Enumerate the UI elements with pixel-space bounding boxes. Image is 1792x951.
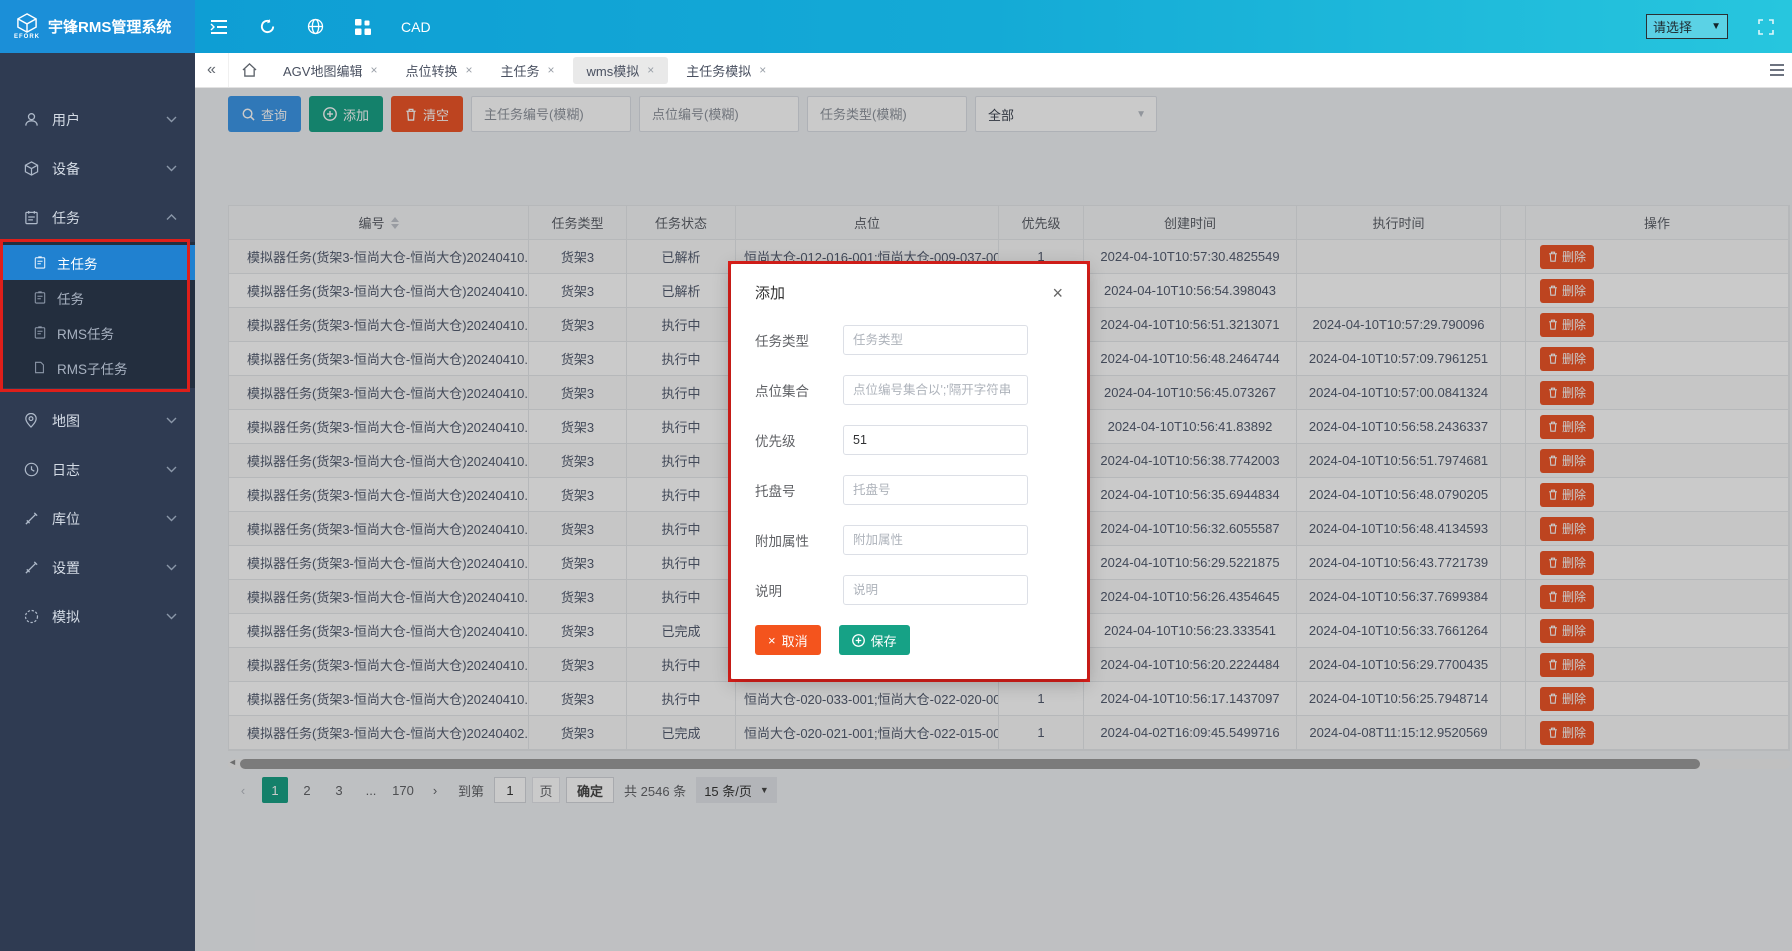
sidebar-item-main-task[interactable]: 主任务 [0, 245, 195, 280]
sidebar-item-log[interactable]: 日志 [0, 445, 195, 494]
map-pin-icon [22, 413, 40, 428]
pallet-no-field[interactable] [843, 475, 1028, 505]
task-submenu: 主任务 任务 RMS任务 RMS子任务 [0, 242, 195, 388]
tabs-collapse-icon[interactable]: « [195, 53, 229, 87]
sidebar-item-storage[interactable]: 库位 [0, 494, 195, 543]
clipboard-icon [32, 291, 47, 304]
brand-label: EFORK [14, 34, 40, 40]
tab-wms-sim[interactable]: wms模拟× [573, 57, 669, 84]
tab-main-task-sim[interactable]: 主任务模拟× [672, 53, 780, 88]
tools-icon [22, 511, 40, 526]
close-icon[interactable]: × [759, 63, 766, 77]
top-header: EFORK 宇锋RMS管理系统 CAD 请选择 ▼ [0, 0, 1792, 53]
field-row-extra: 附加属性 [755, 525, 1063, 555]
point-set-field[interactable] [843, 375, 1028, 405]
tab-options-icon[interactable] [1762, 64, 1792, 76]
priority-field[interactable] [843, 425, 1028, 455]
device-box-icon [22, 161, 40, 176]
cycle-arrow-icon [22, 609, 40, 624]
cad-link[interactable]: CAD [401, 19, 431, 35]
task-clipboard-icon [22, 210, 40, 225]
app-title: 宇锋RMS管理系统 [48, 16, 171, 37]
close-icon[interactable]: × [466, 63, 473, 77]
document-icon [32, 361, 47, 374]
efork-cube-icon: EFORK [14, 13, 40, 40]
chevron-down-icon [166, 417, 177, 424]
sidebar: 用户 设备 任务 主任务 [0, 53, 195, 951]
task-type-field[interactable] [843, 325, 1028, 355]
app-logo: EFORK 宇锋RMS管理系统 [0, 0, 195, 53]
tools-icon [22, 560, 40, 575]
sidebar-item-task[interactable]: 任务 [0, 193, 195, 242]
main-content: 查询 添加 清空 全部 ▼ [195, 88, 1792, 951]
tab-agv-map-edit[interactable]: AGV地图编辑× [269, 53, 391, 88]
sidebar-item-map[interactable]: 地图 [0, 396, 195, 445]
header-select[interactable]: 请选择 ▼ [1646, 14, 1728, 39]
close-icon[interactable]: × [647, 63, 654, 77]
sidebar-item-settings[interactable]: 设置 [0, 543, 195, 592]
tab-bar: « AGV地图编辑× 点位转换× 主任务× wms模拟× 主任务模拟× [195, 53, 1792, 88]
tab-point-convert[interactable]: 点位转换× [391, 53, 486, 88]
plus-circle-icon [852, 634, 865, 647]
refresh-icon[interactable] [243, 0, 291, 53]
tab-main-task[interactable]: 主任务× [487, 53, 569, 88]
sidebar-item-rms-task[interactable]: RMS任务 [0, 315, 195, 350]
save-button[interactable]: 保存 [839, 625, 910, 655]
field-row-task-type: 任务类型 [755, 325, 1063, 355]
field-row-note: 说明 [755, 575, 1063, 605]
field-row-priority: 优先级 [755, 425, 1063, 455]
chevron-down-icon [166, 466, 177, 473]
field-row-pallet: 托盘号 [755, 475, 1063, 505]
apps-grid-icon[interactable] [339, 0, 387, 53]
app-window: EFORK 宇锋RMS管理系统 CAD 请选择 ▼ [0, 0, 1792, 951]
cancel-button[interactable]: × 取消 [755, 625, 821, 655]
chevron-down-icon [166, 515, 177, 522]
chevron-up-icon [166, 214, 177, 221]
collapse-menu-icon[interactable] [195, 0, 243, 53]
fullscreen-icon[interactable] [1740, 0, 1792, 53]
chevron-down-icon [166, 116, 177, 123]
language-globe-icon[interactable] [291, 0, 339, 53]
sidebar-item-rms-subtask[interactable]: RMS子任务 [0, 350, 195, 385]
chevron-down-icon [166, 165, 177, 172]
note-field[interactable] [843, 575, 1028, 605]
sidebar-item-user[interactable]: 用户 [0, 95, 195, 144]
sidebar-item-simulation[interactable]: 模拟 [0, 592, 195, 641]
annotation-box-modal: 添加 × 任务类型 点位集合 优先级 [728, 261, 1090, 682]
chevron-down-icon [166, 613, 177, 620]
clock-icon [22, 462, 40, 477]
home-tab-icon[interactable] [229, 63, 269, 77]
chevron-down-icon: ▼ [1711, 21, 1721, 32]
close-icon[interactable]: × [1052, 284, 1063, 302]
field-row-point-set: 点位集合 [755, 375, 1063, 405]
sidebar-item-task-sub[interactable]: 任务 [0, 280, 195, 315]
header-select-value: 请选择 [1653, 17, 1692, 36]
close-icon[interactable]: × [548, 63, 555, 77]
extra-attr-field[interactable] [843, 525, 1028, 555]
close-icon: × [768, 634, 776, 647]
dialog-title: 添加 [755, 282, 785, 303]
close-icon[interactable]: × [370, 63, 377, 77]
sidebar-item-device[interactable]: 设备 [0, 144, 195, 193]
clipboard-icon [32, 256, 47, 269]
user-icon [22, 112, 40, 127]
clipboard-icon [32, 326, 47, 339]
chevron-down-icon [166, 564, 177, 571]
add-dialog: 添加 × 任务类型 点位集合 优先级 [731, 264, 1087, 679]
